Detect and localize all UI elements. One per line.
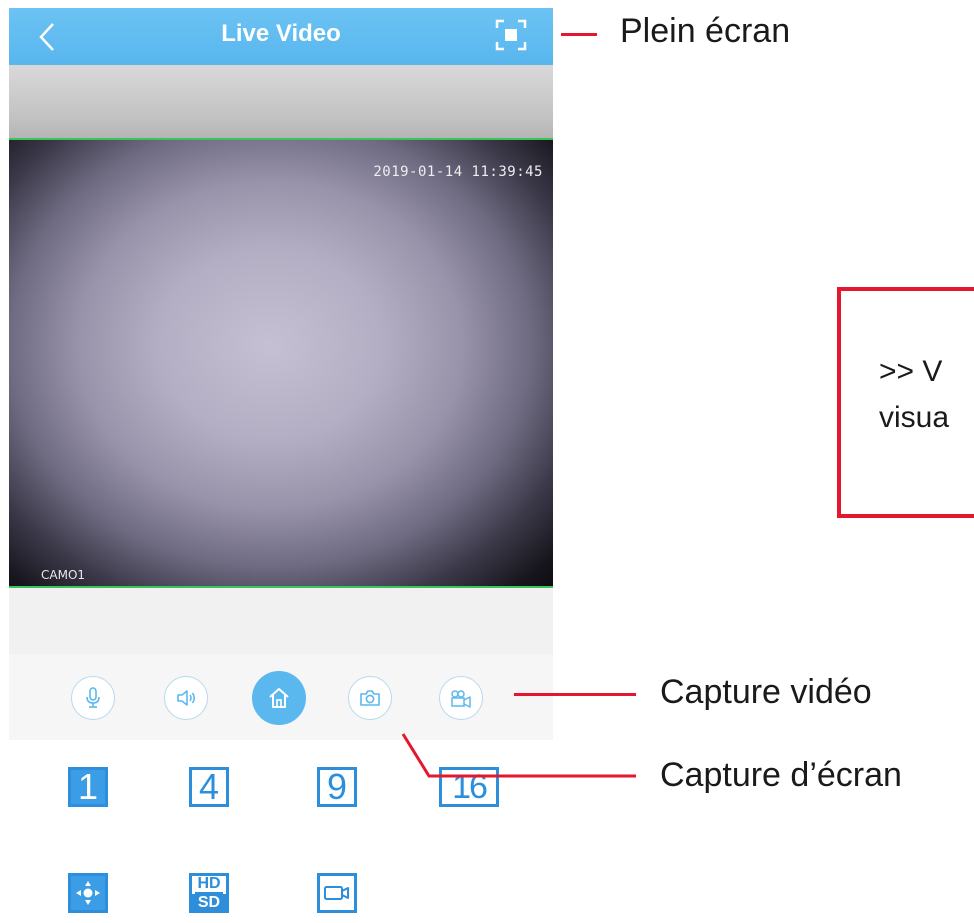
camera-label: CAMO1 [41,568,86,582]
video-playback-button[interactable] [317,873,357,913]
microphone-button[interactable] [71,676,115,720]
video-record-icon [451,690,471,708]
fullscreen-icon[interactable] [495,19,527,51]
camera-icon [360,690,380,706]
page-title: Live Video [221,20,341,47]
home-button[interactable] [252,671,306,725]
layout-1-button[interactable]: 1 [68,767,108,807]
ptz-direction-icon [76,881,100,905]
sd-label: SD [192,893,226,910]
layout-4-button[interactable]: 4 [189,767,229,807]
video-capture-pointer-line [514,693,636,696]
screen-capture-annotation: Capture d’écran [660,756,902,794]
fullscreen-pointer-line [561,33,597,36]
fullscreen-annotation: Plein écran [620,12,791,50]
note-text: >> V visua [879,349,949,441]
speaker-button[interactable] [164,676,208,720]
note-box: >> V visua [837,287,974,518]
live-video-screen: Live Video 2019-01-14 11:39:45 CAMO1 1 4… [9,8,553,923]
video-timestamp: 2019-01-14 11:39:45 [373,164,543,180]
live-video-feed[interactable]: 2019-01-14 11:39:45 CAMO1 [9,138,553,588]
hd-sd-toggle-button[interactable]: HD SD [189,873,229,913]
screenshot-button[interactable] [348,676,392,720]
microphone-icon [86,687,100,708]
video-capture-annotation: Capture vidéo [660,673,872,711]
header-shade [9,65,553,138]
video-playback-icon [324,886,349,900]
note-line-2: visua [879,401,950,434]
screen-capture-pointer-line [401,733,636,778]
navigation-bar: Live Video [9,8,553,65]
ptz-button[interactable] [68,873,108,913]
video-record-button[interactable] [439,676,483,720]
speaker-icon [177,690,196,706]
layout-9-button[interactable]: 9 [317,767,357,807]
note-line-1: >> V [879,355,943,388]
hd-label: HD [195,876,223,894]
home-icon [269,688,289,708]
video-spacer [9,588,553,654]
